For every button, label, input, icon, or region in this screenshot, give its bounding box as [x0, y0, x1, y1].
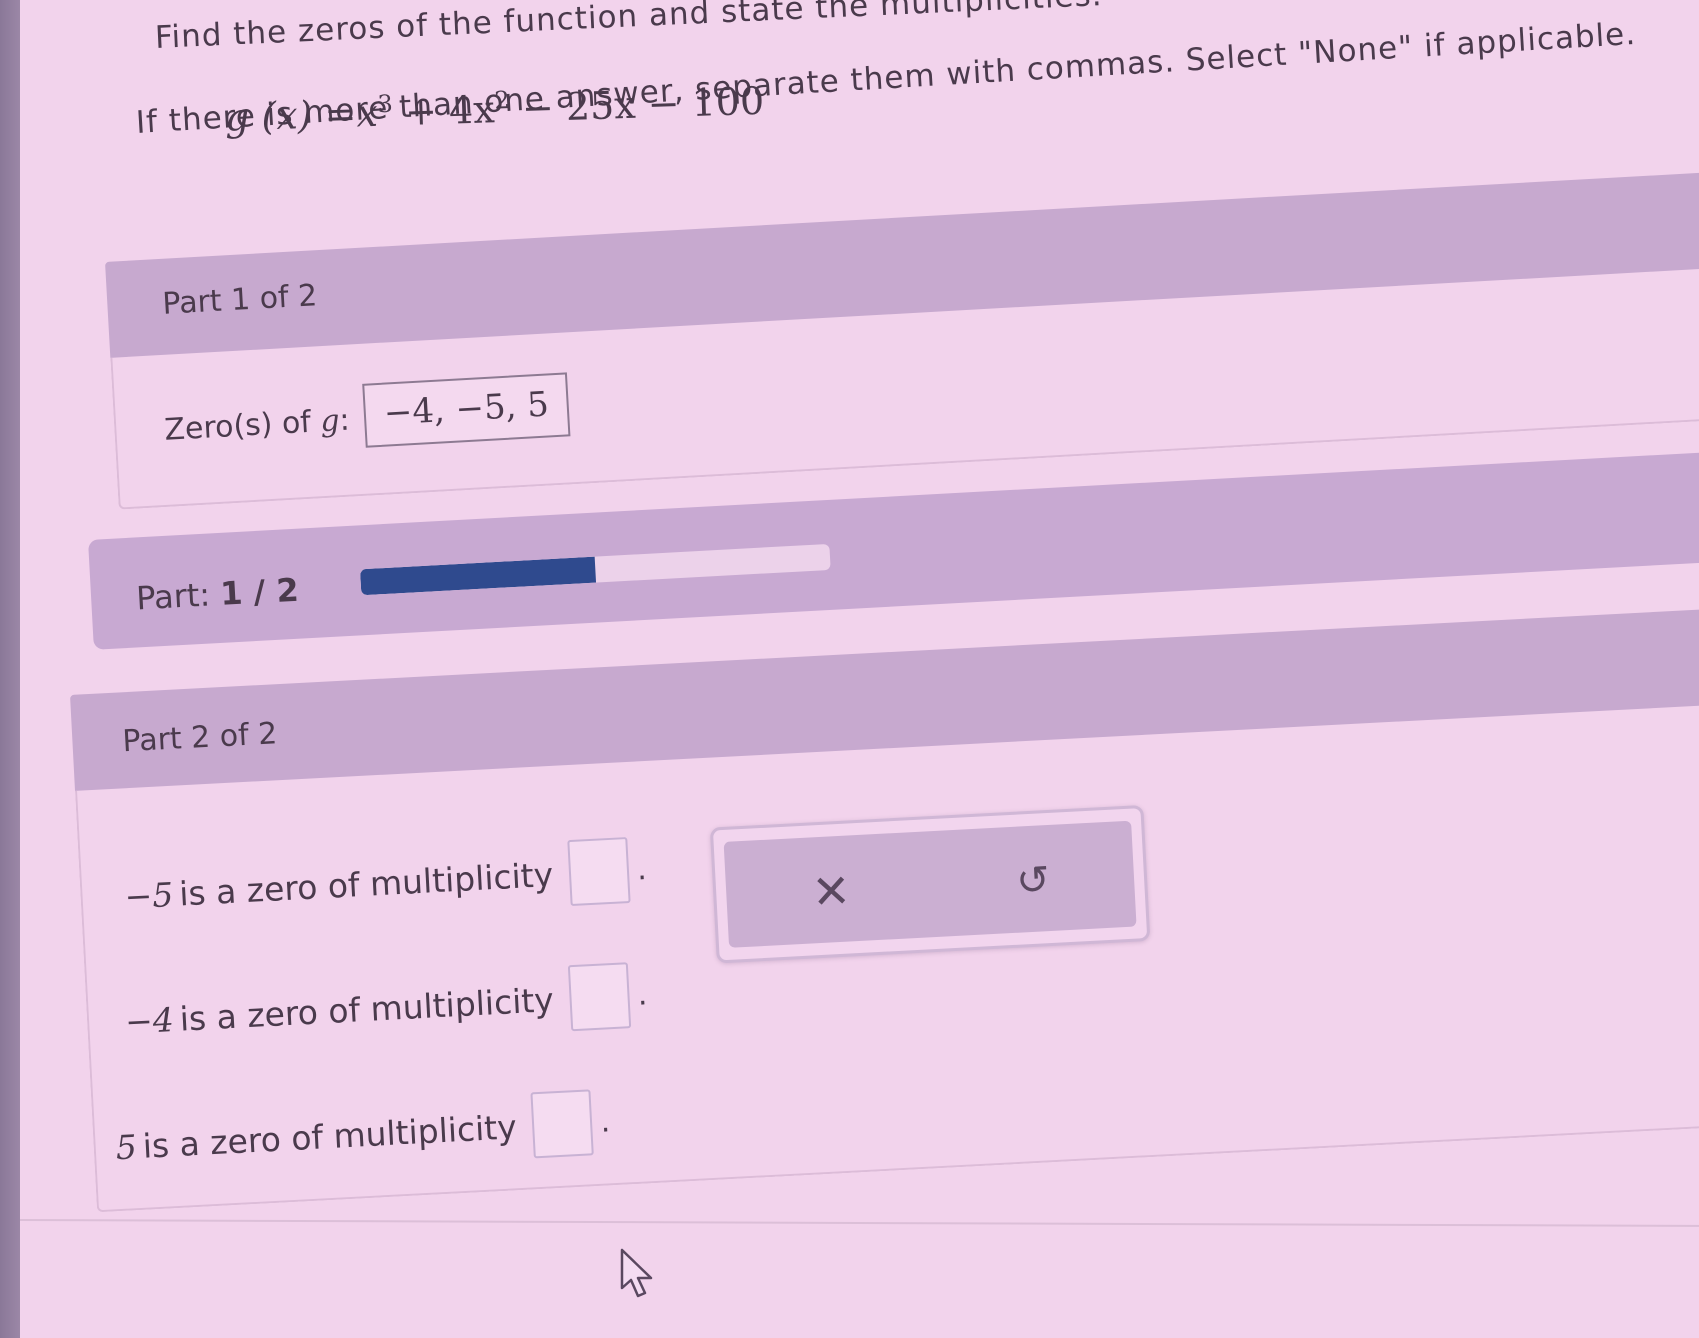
part2-panel: Part 2 of 2 −5 is a zero of multiplicity…: [70, 606, 1699, 1214]
part2-title: Part 2 of 2: [121, 716, 279, 760]
multiplicity-row: 5 is a zero of multiplicity .: [114, 1088, 612, 1180]
progress-bar: [359, 543, 831, 596]
zeros-label-colon: :: [338, 402, 351, 439]
progress-label-prefix: Part:: [135, 574, 222, 618]
clear-button[interactable]: ✕: [795, 855, 869, 929]
period: .: [636, 976, 648, 1013]
answer-toolbar-inner: ✕ ↺: [723, 820, 1137, 948]
zero-value: −5: [123, 874, 175, 916]
part1-title: Part 1 of 2: [161, 278, 319, 322]
close-icon: ✕: [810, 863, 852, 920]
multiplicity-text: is a zero of multiplicity: [178, 854, 555, 914]
undo-icon: ↺: [1015, 857, 1051, 905]
mouse-cursor-icon: [620, 1248, 653, 1298]
undo-button[interactable]: ↺: [996, 844, 1070, 918]
period: .: [636, 851, 648, 888]
multiplicity-input[interactable]: [567, 837, 631, 907]
progress-label: Part: 1 / 2: [135, 571, 299, 618]
multiplicity-text: is a zero of multiplicity: [178, 979, 555, 1039]
multiplicity-input[interactable]: [567, 962, 632, 1032]
progress-bar-fill: [359, 556, 597, 596]
multiplicity-text: is a zero of multiplicity: [141, 1106, 518, 1166]
part2-body: −5 is a zero of multiplicity . −4 is a z…: [75, 701, 1699, 1213]
multiplicity-row: −5 is a zero of multiplicity .: [123, 836, 648, 929]
zero-value: −4: [124, 999, 175, 1042]
zeros-answer-field[interactable]: −4, −5, 5: [362, 372, 571, 448]
multiplicity-row: −4 is a zero of multiplicity .: [123, 961, 648, 1054]
answer-toolbar: ✕ ↺: [709, 804, 1151, 964]
period: .: [599, 1103, 611, 1140]
zeros-label-text: Zero(s) of: [163, 404, 322, 448]
zero-value: 5: [114, 1126, 138, 1167]
zeros-label-var: g: [319, 403, 341, 440]
zeros-label: Zero(s) of g:: [164, 403, 351, 448]
progress-label-value: 1 / 2: [219, 570, 300, 613]
multiplicity-input[interactable]: [530, 1089, 595, 1159]
